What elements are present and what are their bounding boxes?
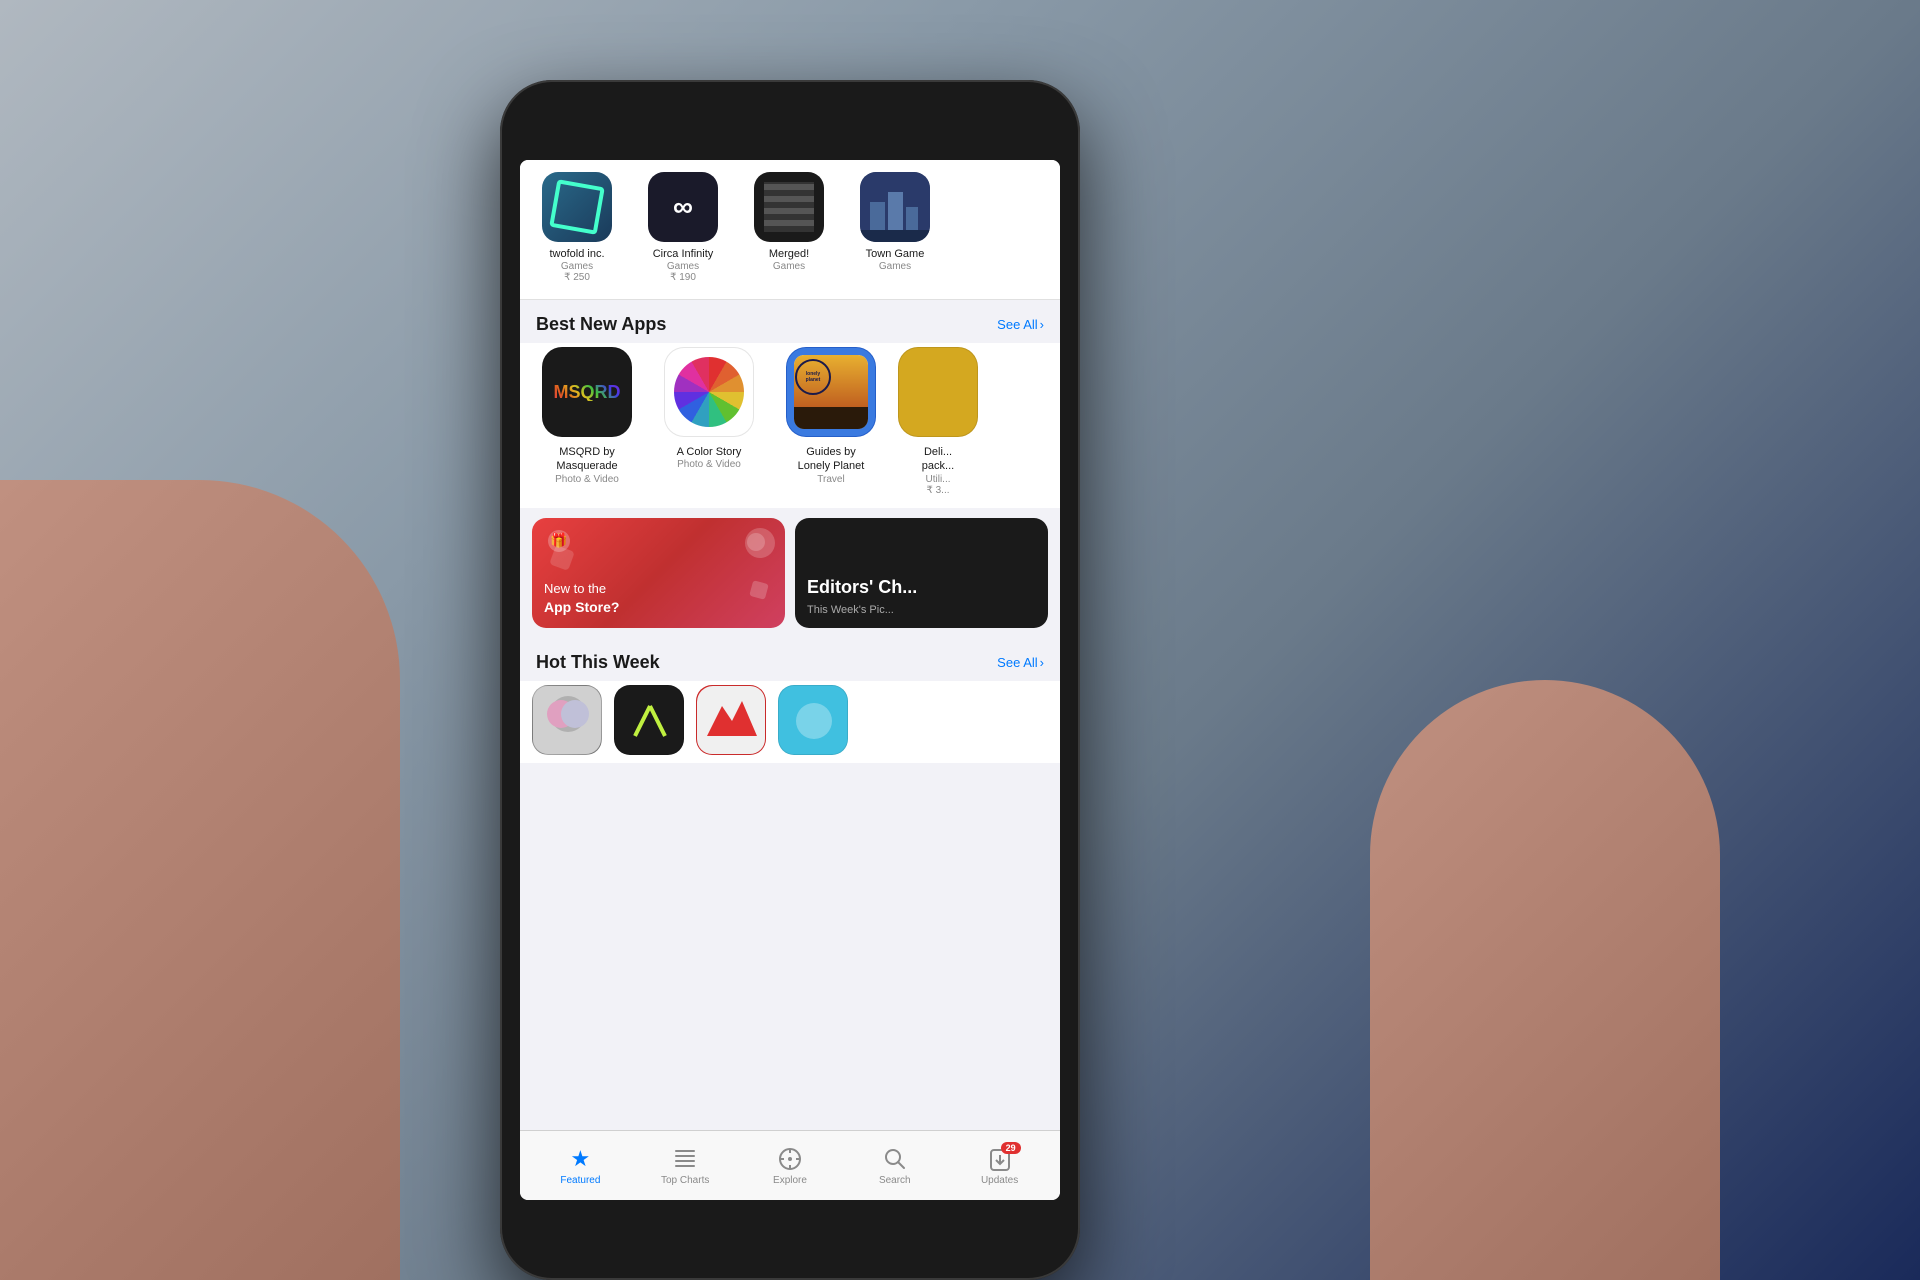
tab-featured[interactable]: ★ Featured [545,1142,615,1190]
app-item-lonelyplanet[interactable]: lonelyplanet Guides byLonely Planet Trav… [776,347,886,496]
svg-text:erged: erged [776,212,802,223]
partial-app-icon [898,347,978,437]
hot-app-1[interactable] [532,685,602,755]
best-new-apps-header: Best New Apps See All › [520,300,1060,343]
twofold-icon [542,172,612,242]
best-new-apps-title: Best New Apps [536,314,666,335]
chevron-icon: › [1040,317,1044,332]
twofold-name: twofold inc. [549,248,604,261]
hot-this-week-see-all[interactable]: See All › [997,655,1044,670]
colorstory-app-category: Photo & Video [677,459,741,470]
merged-name: Merged! [769,248,809,261]
svg-text:M: M [782,189,795,206]
promo-section: 🎁 New to the App Store? [520,508,1060,638]
phone-device: twofold inc. Games ₹ 250 Circa Infinity … [500,80,1080,1280]
promo-new-text: New to the App Store? [544,581,619,616]
star-icon: ★ [567,1146,593,1172]
lonelyplanet-app-name: Guides byLonely Planet [798,445,865,474]
editors-choice-subtext: This Week's Pic... [807,604,1036,616]
search-icon [882,1146,908,1172]
msqrd-app-icon: MSQRD [542,347,632,437]
hot-see-all-label: See All [997,655,1037,670]
top-charts-icon [672,1146,698,1172]
game-item-merged[interactable]: M erged Merged! Games [744,172,834,283]
hot-this-week-header: Hot This Week See All › [520,638,1060,681]
top-games-section: twofold inc. Games ₹ 250 Circa Infinity … [520,160,1060,300]
updates-badge-count: 29 [1001,1142,1021,1154]
best-new-apps-grid: MSQRD MSQRD byMasquerade Photo & Video A… [520,343,1060,508]
partial-app-category: Utili... [926,474,951,485]
hand-left [0,480,400,1280]
msqrd-app-name: MSQRD byMasquerade [556,445,617,474]
hot-app-4[interactable] [778,685,848,755]
see-all-label: See All [997,317,1037,332]
partial-app-name: Deli...pack... [922,445,954,474]
merged-category: Games [773,261,805,272]
town-name: Town Game [866,248,925,261]
games-scroll[interactable]: twofold inc. Games ₹ 250 Circa Infinity … [520,168,1060,287]
explore-icon [777,1146,803,1172]
lonelyplanet-app-category: Travel [817,474,844,485]
game-item-circa[interactable]: Circa Infinity Games ₹ 190 [638,172,728,283]
colorstory-app-name: A Color Story [677,445,742,459]
hand-right [1370,680,1720,1280]
tab-top-charts[interactable]: Top Charts [650,1142,720,1190]
promo-new-line1: New to the [544,581,619,598]
tab-bar: ★ Featured [520,1130,1060,1200]
color-wheel-graphic [674,357,744,427]
partial-app-price: ₹ 3... [926,485,949,496]
hot-chevron-icon: › [1040,655,1044,670]
best-new-apps-see-all[interactable]: See All › [997,317,1044,332]
hot-app-3[interactable] [696,685,766,755]
circa-price: ₹ 190 [670,272,696,283]
circa-category: Games [667,261,699,272]
promo-new-line2: App Store? [544,598,619,616]
hot-apps-scroll [520,681,1060,763]
updates-icon: 29 [987,1146,1013,1172]
tab-top-charts-label: Top Charts [661,1175,709,1186]
tab-explore[interactable]: Explore [755,1142,825,1190]
tab-featured-label: Featured [560,1175,600,1186]
promo-editors-choice[interactable]: Editors' Ch... This Week's Pic... [795,518,1048,628]
app-item-colorstory[interactable]: A Color Story Photo & Video [654,347,764,496]
merged-icon: M erged [754,172,824,242]
hot-app-2[interactable] [614,685,684,755]
town-category: Games [879,261,911,272]
lonelyplanet-app-icon: lonelyplanet [786,347,876,437]
circa-name: Circa Infinity [653,248,714,261]
twofold-category: Games [561,261,593,272]
circa-icon [648,172,718,242]
screen-content: twofold inc. Games ₹ 250 Circa Infinity … [520,160,1060,1200]
tab-search-label: Search [879,1175,911,1186]
twofold-price: ₹ 250 [564,272,590,283]
game-item-twofold[interactable]: twofold inc. Games ₹ 250 [532,172,622,283]
colorstory-app-icon [664,347,754,437]
promo-new-to-store[interactable]: 🎁 New to the App Store? [532,518,785,628]
editors-choice-text: Editors' Ch... [807,576,1036,599]
msqrd-app-category: Photo & Video [555,474,619,485]
phone-screen: twofold inc. Games ₹ 250 Circa Infinity … [520,160,1060,1200]
tab-updates-label: Updates [981,1175,1018,1186]
app-item-msqrd[interactable]: MSQRD MSQRD byMasquerade Photo & Video [532,347,642,496]
app-item-partial[interactable]: Deli...pack... Utili... ₹ 3... [898,347,978,496]
hot-this-week-title: Hot This Week [536,652,660,673]
scene: twofold inc. Games ₹ 250 Circa Infinity … [0,0,1920,1280]
game-item-town[interactable]: Town Game Games [850,172,940,283]
town-icon [860,172,930,242]
tab-updates[interactable]: 29 Updates [965,1142,1035,1190]
tab-explore-label: Explore [773,1175,807,1186]
tab-search[interactable]: Search [860,1142,930,1190]
editors-choice-line1: Editors' Ch... [807,576,1036,599]
